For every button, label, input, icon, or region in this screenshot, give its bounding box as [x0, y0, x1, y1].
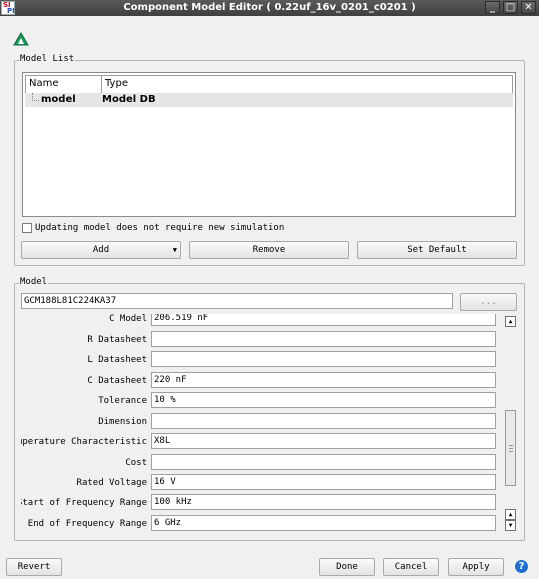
row-type: Model DB [102, 94, 156, 105]
prop-label-end-frequency: End of Frequency Range [27, 519, 147, 529]
prop-label-l-datasheet: L Datasheet [87, 355, 147, 365]
minimize-button[interactable]: _ [485, 1, 500, 14]
add-button[interactable]: Add ▼ [21, 241, 181, 259]
prop-value-c-model[interactable]: 206.519 nF [151, 314, 496, 326]
properties-scrollbar[interactable]: ▲ ▲ ▼ [505, 316, 516, 532]
prop-value-tolerance[interactable]: 10 % [151, 392, 496, 408]
prop-value-rated-voltage[interactable]: 16 V [151, 474, 496, 490]
app-logo-icon[interactable] [13, 32, 29, 49]
model-name-input[interactable]: GCM188L81C224KA37 [21, 293, 453, 309]
set-default-button[interactable]: Set Default [357, 241, 517, 259]
scrollbar-thumb[interactable] [505, 410, 516, 486]
prop-value-cost[interactable] [151, 454, 496, 470]
dropdown-arrow-icon: ▼ [172, 246, 177, 254]
window-title: Component Model Editor ( 0.22uf_16v_0201… [123, 2, 416, 13]
help-icon[interactable]: ? [515, 560, 528, 573]
prop-label-cost: Cost [125, 458, 147, 468]
prop-value-c-datasheet[interactable]: 220 nF [151, 372, 496, 388]
prop-value-l-datasheet[interactable] [151, 351, 496, 367]
prop-label-c-datasheet: C Datasheet [87, 376, 147, 386]
tree-row[interactable]: model Model DB [25, 93, 513, 107]
column-header-name[interactable]: Name [29, 78, 59, 89]
model-list-tree[interactable]: Name Type model Model DB [22, 72, 516, 217]
maximize-button[interactable]: □ [503, 1, 518, 14]
prop-value-start-frequency[interactable]: 100 kHz [151, 494, 496, 510]
prop-value-end-frequency[interactable]: 6 GHz [151, 515, 496, 531]
scroll-up-arrow-icon[interactable]: ▲ [505, 316, 516, 327]
prop-value-dimension[interactable] [151, 413, 496, 429]
tree-branch-line [32, 93, 39, 101]
prop-value-temperature-characteristic[interactable]: X8L [151, 433, 496, 449]
cancel-button[interactable]: Cancel [383, 558, 439, 576]
updating-model-checkbox[interactable] [22, 223, 32, 233]
tree-header: Name Type [25, 75, 513, 94]
prop-label-c-model: C Model [109, 314, 147, 324]
apply-button[interactable]: Apply [448, 558, 504, 576]
prop-label-dimension: Dimension [98, 417, 147, 427]
close-button[interactable]: ✕ [521, 1, 536, 14]
add-button-label: Add [92, 245, 110, 255]
row-name: model [41, 94, 76, 105]
prop-label-start-frequency: Start of Frequency Range [21, 498, 147, 508]
prop-label-r-datasheet: R Datasheet [87, 335, 147, 345]
column-header-type[interactable]: Type [105, 78, 128, 89]
updating-model-label: Updating model does not require new simu… [35, 223, 285, 233]
model-list-title: Model List [19, 54, 76, 64]
revert-button[interactable]: Revert [6, 558, 62, 576]
model-title: Model [19, 277, 49, 287]
scroll-down-arrow-icon[interactable]: ▼ [505, 520, 516, 531]
done-button[interactable]: Done [319, 558, 375, 576]
prop-label-temperature-characteristic: Temperature Characteristic [21, 437, 147, 447]
model-properties: C Model 206.519 nF R Datasheet L Datashe… [21, 314, 500, 532]
prop-value-r-datasheet[interactable] [151, 331, 496, 347]
prop-label-tolerance: Tolerance [98, 396, 147, 406]
remove-button[interactable]: Remove [189, 241, 349, 259]
scroll-up-arrow-icon[interactable]: ▲ [505, 509, 516, 520]
browse-button[interactable]: ... [460, 293, 517, 311]
title-bar[interactable]: SI PI Component Model Editor ( 0.22uf_16… [0, 0, 539, 16]
prop-label-rated-voltage: Rated Voltage [76, 478, 147, 488]
